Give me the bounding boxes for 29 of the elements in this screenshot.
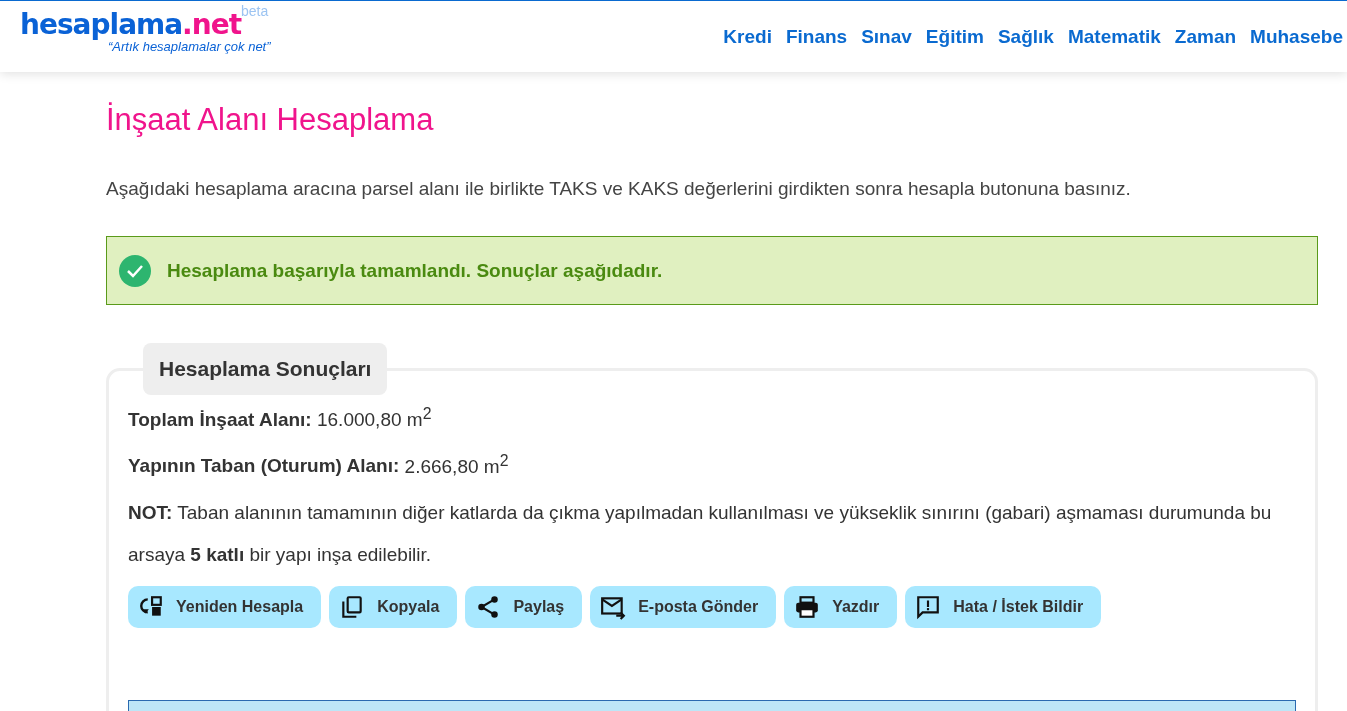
result-value: 2.666,80 m$^{2}$ (404, 455, 509, 477)
action-button[interactable]: Paylaş (465, 585, 583, 628)
result-value: 16.000,80 m$^{2}$ (317, 409, 432, 431)
nav-link[interactable]: Zaman (1174, 25, 1237, 48)
nav-link[interactable]: Muhasebe (1250, 25, 1343, 48)
result-label: Toplam İnşaat Alanı: (128, 409, 312, 431)
nav-link[interactable]: Sağlık (997, 25, 1054, 48)
action-button[interactable]: Yazdır (784, 585, 898, 628)
feedback-icon (915, 593, 942, 620)
nav-link[interactable]: Eğitim (925, 25, 984, 48)
check-icon (119, 254, 151, 287)
slogan: “Artık hesaplamalar çok net” (108, 39, 271, 54)
nav-link[interactable]: Sınav (861, 25, 912, 48)
nav-link[interactable]: Finans (785, 25, 848, 48)
action-button[interactable]: Yeniden Hesapla (128, 585, 322, 628)
note-text: NOT: Taban alanının tamamının diğer katlarda da çıkma yapılmadan kullanılması ve yükseklik sınırını (gabari) aşmaması durumunda bu arsaya 5 katlı bir yapı inşa edilebilir. (128, 500, 1273, 567)
results-legend: Hesaplama Sonuçları (143, 343, 388, 395)
alert-text: Hesaplama başarıyla tamamlandı. Sonuçlar aşağıdadır. (167, 259, 663, 282)
action-button[interactable]: Hata / İstek Bildir (905, 585, 1102, 628)
action-button[interactable]: E-posta Gönder (590, 585, 777, 628)
intro-text: Aşağıdaki hesaplama aracına parsel alanı ile birlikte TAKS ve KAKS değerlerini girdikten sonra hesapla butonuna basınız. (106, 178, 1132, 200)
logo-text[interactable]: hesaplama.net (20, 9, 242, 41)
action-button[interactable]: Kopyala (329, 585, 458, 628)
page-title: İnşaat Alanı Hesaplama (106, 102, 435, 138)
beta-label: beta (241, 3, 269, 19)
nav-link[interactable]: Matematik (1067, 25, 1161, 48)
printer-icon (794, 593, 821, 620)
result-label: Yapının Taban (Oturum) Alanı: (128, 455, 400, 477)
nav-link[interactable]: Kredi (723, 25, 772, 48)
